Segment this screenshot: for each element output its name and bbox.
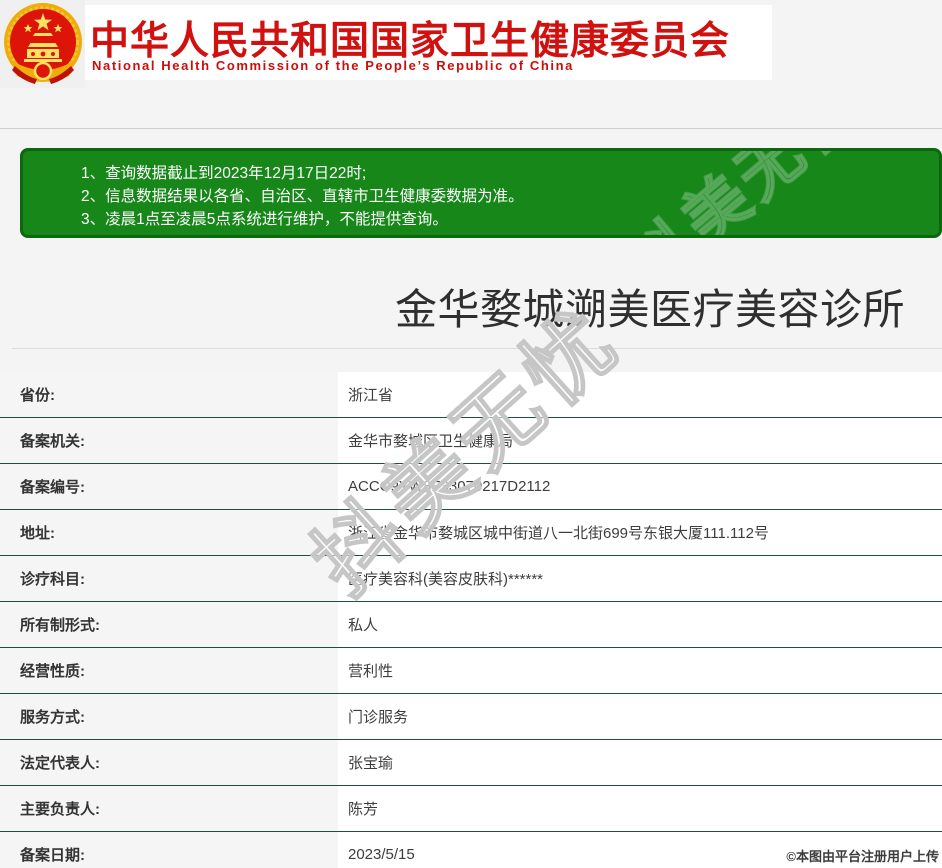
record-table: 省份:浙江省备案机关:金华市婺城区卫生健康局备案编号:ACCC9YW8F3307… — [0, 372, 942, 868]
table-row: 地址:浙江省金华市婺城区城中街道八一北街699号东银大厦111.112号 — [0, 510, 942, 556]
header-divider — [0, 128, 942, 129]
table-row: 省份:浙江省 — [0, 372, 942, 418]
notice-lines: 1、查询数据截止到2023年12月17日22时;2、信息数据结果以各省、自治区、… — [81, 162, 929, 231]
row-value: 门诊服务 — [338, 694, 942, 739]
china-national-emblem-icon — [3, 0, 83, 88]
row-label: 主要负责人: — [0, 786, 338, 831]
notice-item: 2、信息数据结果以各省、自治区、直辖市卫生健康委数据为准。 — [81, 185, 929, 208]
table-row: 备案编号:ACCC9YW8F33070217D2112 — [0, 464, 942, 510]
row-label: 备案日期: — [0, 832, 338, 868]
national-emblem-icon — [0, 0, 85, 88]
row-label: 省份: — [0, 372, 338, 417]
row-label: 备案编号: — [0, 464, 338, 509]
table-row: 所有制形式:私人 — [0, 602, 942, 648]
row-label: 法定代表人: — [0, 740, 338, 785]
row-label: 诊疗科目: — [0, 556, 338, 601]
row-value: 营利性 — [338, 648, 942, 693]
row-value: 浙江省金华市婺城区城中街道八一北街699号东银大厦111.112号 — [338, 510, 942, 555]
row-label: 服务方式: — [0, 694, 338, 739]
row-value: ACCC9YW8F33070217D2112 — [338, 464, 942, 509]
row-value: 私人 — [338, 602, 942, 647]
notice-item: 3、凌晨1点至凌晨5点系统进行维护，不能提供查询。 — [81, 208, 929, 231]
row-value: 医疗美容科(美容皮肤科)****** — [338, 556, 942, 601]
table-top-line — [12, 348, 942, 349]
row-label: 所有制形式: — [0, 602, 338, 647]
notice-item: 1、查询数据截止到2023年12月17日22时; — [81, 162, 929, 185]
header-subtitle: National Health Commission of the People… — [92, 58, 574, 73]
row-label: 经营性质: — [0, 648, 338, 693]
row-value: 浙江省 — [338, 372, 942, 417]
footer-watermark: ©本图由平台注册用户上传 — [786, 846, 939, 865]
row-value: 张宝瑜 — [338, 740, 942, 785]
row-value: 陈芳 — [338, 786, 942, 831]
table-row: 诊疗科目:医疗美容科(美容皮肤科)****** — [0, 556, 942, 602]
record-title: 金华婺城溯美医疗美容诊所 — [395, 276, 905, 337]
table-row: 主要负责人:陈芳 — [0, 786, 942, 832]
table-row: 服务方式:门诊服务 — [0, 694, 942, 740]
notice-box: 1、查询数据截止到2023年12月17日22时;2、信息数据结果以各省、自治区、… — [20, 148, 942, 238]
row-label: 地址: — [0, 510, 338, 555]
row-label: 备案机关: — [0, 418, 338, 463]
row-value: 金华市婺城区卫生健康局 — [338, 418, 942, 463]
table-row: 经营性质:营利性 — [0, 648, 942, 694]
table-row: 备案机关:金华市婺城区卫生健康局 — [0, 418, 942, 464]
table-row: 法定代表人:张宝瑜 — [0, 740, 942, 786]
